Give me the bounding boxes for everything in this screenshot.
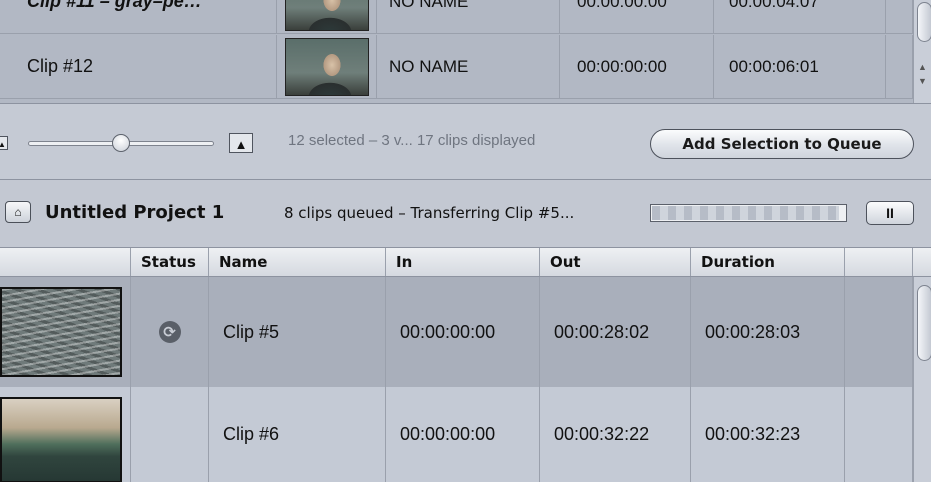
browser-toolbar: ▲ ▲ 12 selected – 3 v... 17 clips displa… (0, 103, 931, 180)
queue-clip-out: 00:00:32:22 (540, 387, 691, 482)
queue-clip-name: Clip #5 (209, 277, 386, 387)
queue-thumbnail-cell (0, 387, 131, 482)
table-row[interactable]: Clip #12 NO NAME 00:00:00:00 00:00:06:01 (0, 35, 913, 99)
reel-name: NO NAME (377, 0, 560, 33)
column-header-blank (845, 248, 913, 276)
scroll-down-arrow-icon[interactable]: ▼ (918, 76, 927, 86)
queue-status-cell: ⟳ (131, 277, 209, 387)
selection-status: 12 selected – 3 v... 17 clips displayed (288, 132, 536, 149)
queue-table-header: Status Name In Out Duration (0, 247, 931, 277)
clip-in: 00:00:00:00 (560, 35, 714, 98)
queue-clip-in: 00:00:00:00 (386, 387, 540, 482)
clip-thumbnail (0, 287, 122, 377)
column-header-status[interactable]: Status (131, 248, 209, 276)
clip-browser-table: Clip #11 – gray–pe… NO NAME 00:00:00:00 … (0, 0, 913, 103)
progress-fill (652, 206, 840, 220)
transfer-progress-bar (650, 204, 847, 222)
blank-cell (886, 0, 913, 33)
queue-clip-duration: 00:00:32:23 (691, 387, 845, 482)
queue-clip-name: Clip #6 (209, 387, 386, 482)
pause-button[interactable]: II (866, 201, 914, 225)
clip-in: 00:00:00:00 (560, 0, 714, 33)
clip-thumbnail (0, 397, 122, 482)
blank-cell (845, 277, 913, 387)
table-row[interactable]: Clip #11 – gray–pe… NO NAME 00:00:00:00 … (0, 0, 913, 34)
clip-out: 00:00:06:01 (714, 35, 886, 98)
slider-handle[interactable] (112, 134, 130, 152)
column-header-in[interactable]: In (386, 248, 540, 276)
add-selection-to-queue-button[interactable]: Add Selection to Queue (650, 129, 914, 159)
column-header-name[interactable]: Name (209, 248, 386, 276)
clip-name: Clip #12 (0, 35, 277, 98)
scrollbar-thumb[interactable] (917, 2, 931, 42)
clip-out: 00:00:04:07 (714, 0, 886, 33)
queue-clip-out: 00:00:28:02 (540, 277, 691, 387)
clip-browser-scrollbar[interactable]: ▲ ▼ (913, 0, 931, 103)
blank-cell (886, 35, 913, 98)
clip-thumbnail (285, 37, 369, 96)
scrollbar-thumb[interactable] (917, 285, 931, 361)
clip-thumbnail-cell (277, 35, 377, 98)
table-row[interactable]: Clip #6 00:00:00:00 00:00:32:22 00:00:32… (0, 387, 913, 482)
reel-name: NO NAME (377, 35, 560, 98)
queue-clip-duration: 00:00:28:03 (691, 277, 845, 387)
project-header: ⌂ Untitled Project 1 8 clips queued – Tr… (0, 180, 931, 247)
scroll-up-arrow-icon[interactable]: ▲ (918, 62, 927, 72)
column-header-out[interactable]: Out (540, 248, 691, 276)
clip-thumbnail (285, 0, 369, 31)
transferring-icon: ⟳ (158, 321, 181, 343)
project-folder-icon[interactable]: ⌂ (5, 201, 31, 223)
large-person-icon[interactable]: ▲ (229, 133, 253, 153)
column-header-thumbnail[interactable] (0, 248, 131, 276)
clip-name: Clip #11 – gray–pe… (0, 0, 277, 33)
clip-thumbnail-cell (277, 0, 377, 33)
queue-clip-in: 00:00:00:00 (386, 277, 540, 387)
project-title: Untitled Project 1 (45, 202, 225, 223)
blank-cell (845, 387, 913, 482)
queue-scrollbar[interactable] (913, 277, 931, 482)
table-row[interactable]: ⟳ Clip #5 00:00:00:00 00:00:28:02 00:00:… (0, 277, 913, 387)
small-person-icon[interactable]: ▲ (0, 136, 8, 150)
queue-thumbnail-cell (0, 277, 131, 387)
transfer-status: 8 clips queued – Transferring Clip #5... (284, 204, 575, 222)
column-header-duration[interactable]: Duration (691, 248, 845, 276)
queue-status-cell (131, 387, 209, 482)
